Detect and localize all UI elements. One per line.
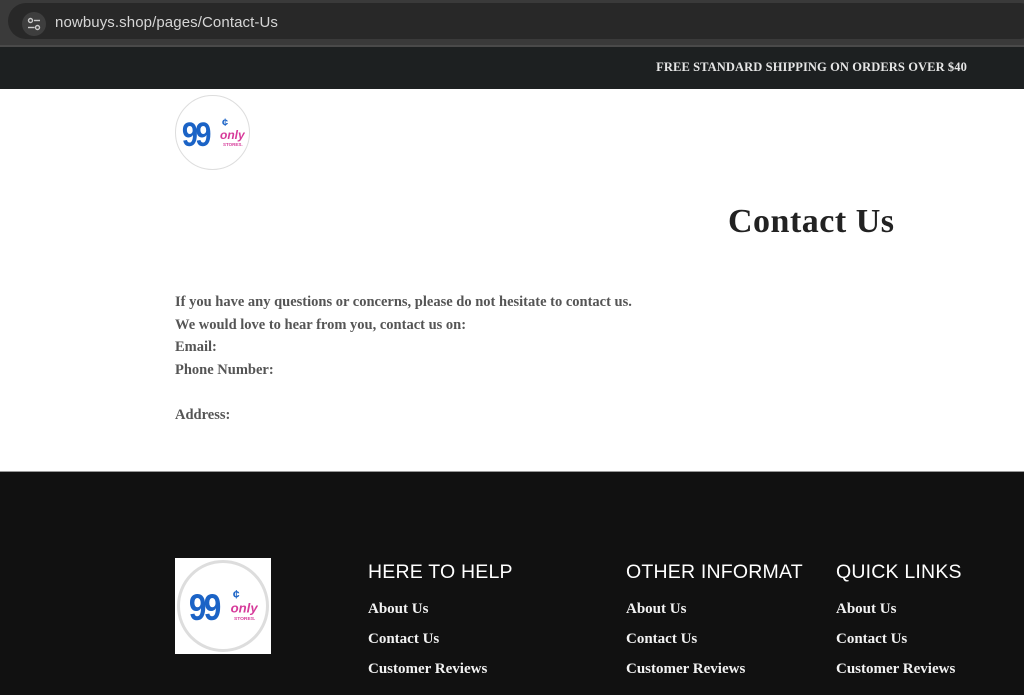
footer-heading: QUICK LINKS	[836, 561, 962, 583]
footer-logo-cent: ¢	[233, 587, 240, 601]
url-text[interactable]: nowbuys.shop/pages/Contact-Us	[55, 14, 278, 31]
footer-heading: OTHER INFORMATION	[626, 561, 804, 583]
footer-logo[interactable]: 99 ¢ only STORES.	[175, 558, 271, 654]
logo-99: 99	[181, 114, 210, 152]
footer-link-customer-reviews[interactable]: Customer Reviews	[836, 654, 962, 684]
tune-icon	[27, 17, 41, 31]
address-bar[interactable]: nowbuys.shop/pages/Contact-Us	[8, 3, 1024, 39]
footer-column-here-to-help: HERE TO HELP About Us Contact Us Custome…	[368, 561, 513, 684]
logo-only: only	[220, 128, 245, 142]
footer-link-customer-reviews[interactable]: Customer Reviews	[368, 654, 513, 684]
footer-link-about-us[interactable]: About Us	[836, 594, 962, 624]
footer-link-contact-us[interactable]: Contact Us	[836, 624, 962, 654]
page-title: Contact Us	[728, 203, 895, 240]
phone-label: Phone Number:	[175, 361, 274, 378]
footer-heading: HERE TO HELP	[368, 561, 513, 583]
footer-logo-ring: 99 ¢ only STORES.	[177, 560, 269, 652]
site-footer: 99 ¢ only STORES. HERE TO HELP About Us …	[0, 471, 1024, 695]
logo-stores: STORES.	[223, 142, 243, 147]
contact-content: If you have any questions or concerns, p…	[175, 291, 775, 427]
store-logo[interactable]: 99 ¢ only STORES.	[175, 95, 250, 170]
footer-logo-99: 99	[189, 588, 220, 628]
footer-logo-stores: STORES.	[234, 616, 256, 622]
email-label: Email:	[175, 339, 217, 356]
footer-link-about-us[interactable]: About Us	[368, 594, 513, 624]
footer-logo-image: 99 ¢ only STORES.	[189, 587, 258, 628]
intro-line: If you have any questions or concerns, p…	[175, 294, 632, 310]
intro-line-2: We would love to hear from you, contact …	[175, 316, 467, 333]
site-info-button[interactable]	[22, 12, 46, 36]
announcement-text: FREE STANDARD SHIPPING ON ORDERS OVER $4…	[656, 60, 967, 74]
logo-image: 99 ¢ only STORES.	[181, 114, 245, 152]
footer-column-other-information: OTHER INFORMATION About Us Contact Us Cu…	[626, 561, 804, 684]
footer-logo-only: only	[231, 601, 258, 616]
browser-toolbar: nowbuys.shop/pages/Contact-Us	[0, 0, 1024, 45]
footer-link-contact-us[interactable]: Contact Us	[626, 624, 804, 654]
footer-link-customer-reviews[interactable]: Customer Reviews	[626, 654, 804, 684]
announcement-bar: FREE STANDARD SHIPPING ON ORDERS OVER $4…	[0, 45, 1024, 89]
address-label: Address:	[175, 406, 231, 423]
footer-link-contact-us[interactable]: Contact Us	[368, 624, 513, 654]
footer-column-quick-links: QUICK LINKS About Us Contact Us Customer…	[836, 561, 962, 684]
footer-link-about-us[interactable]: About Us	[626, 594, 804, 624]
